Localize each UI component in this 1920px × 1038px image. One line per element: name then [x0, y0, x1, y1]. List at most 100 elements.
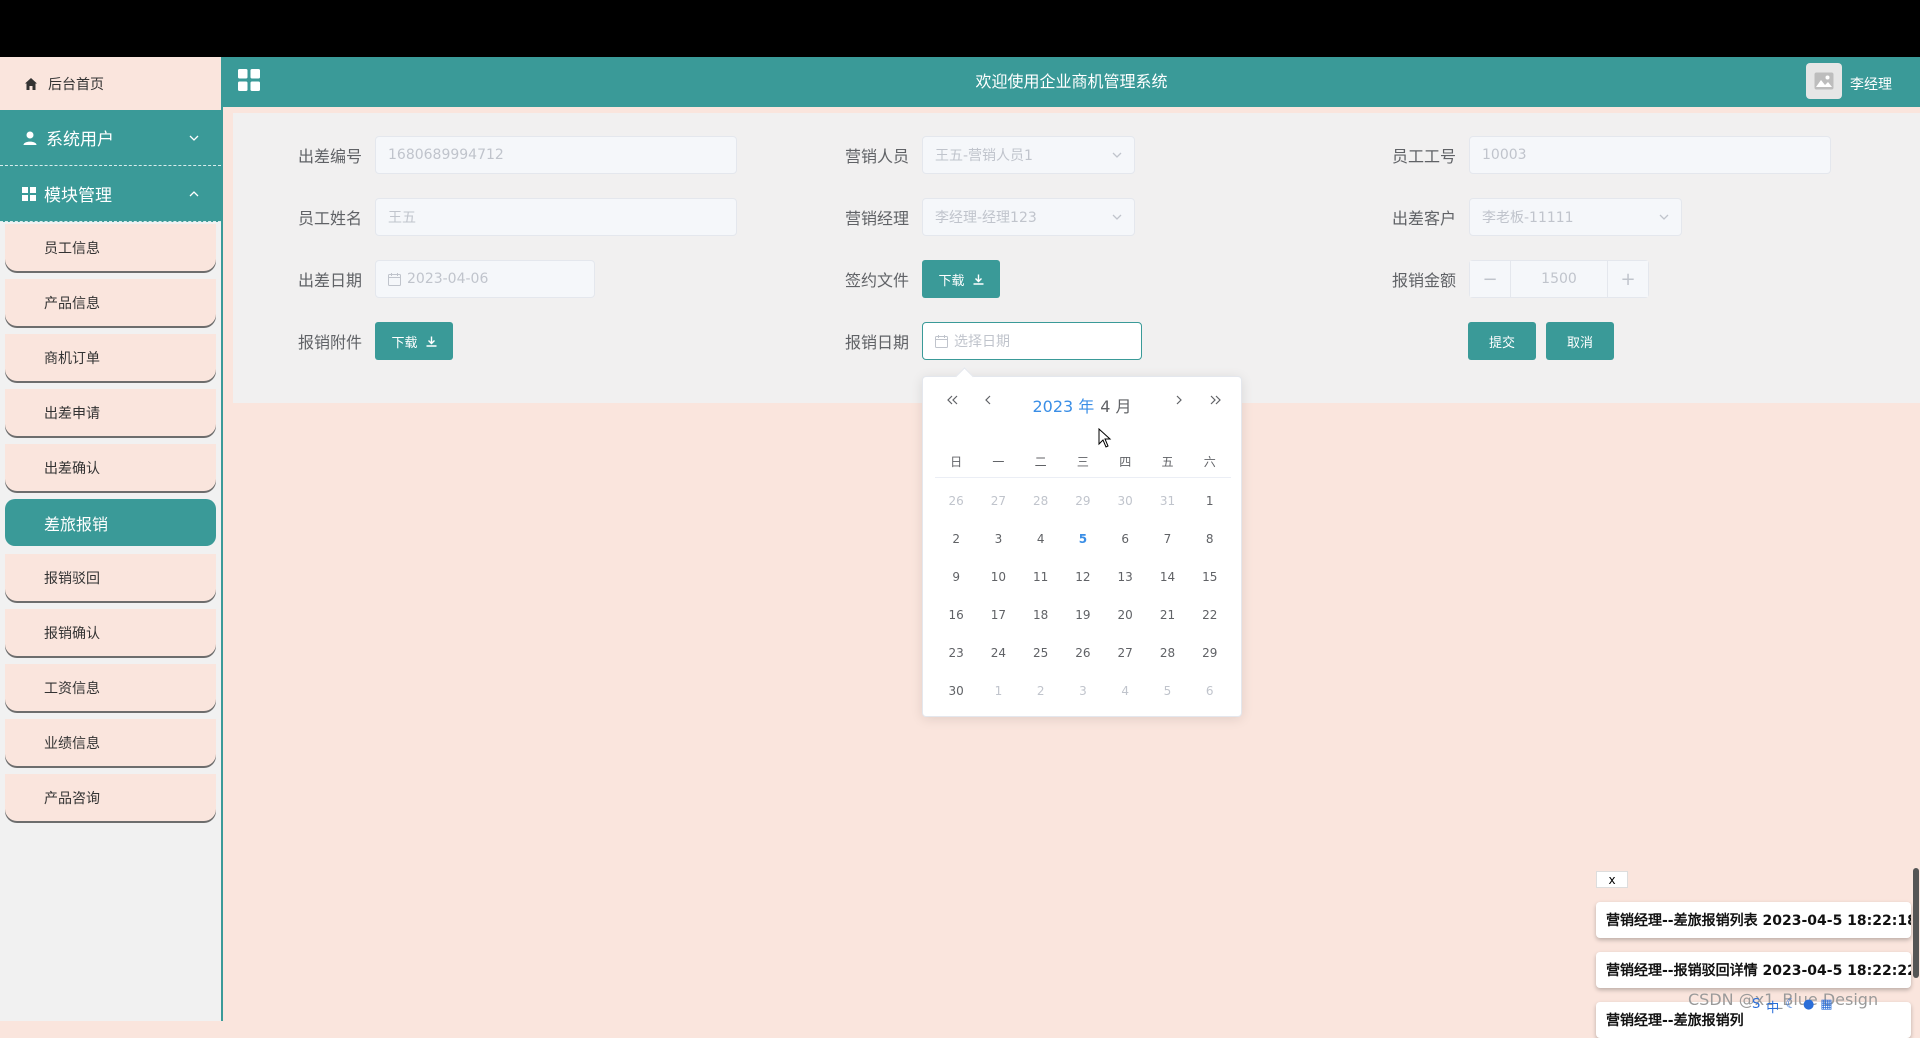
download-icon — [426, 336, 436, 347]
submit-button[interactable]: 提交 — [1468, 322, 1536, 360]
sales-manager-select[interactable]: 李经理-经理123 — [922, 198, 1135, 236]
calendar-day[interactable]: 29 — [1062, 494, 1104, 508]
sales-person-select[interactable]: 王五-营销人员1 — [922, 136, 1135, 174]
calendar-day[interactable]: 15 — [1189, 570, 1231, 584]
calendar-day[interactable]: 24 — [977, 646, 1019, 660]
button-label: 下载 — [391, 335, 418, 351]
sidebar-item-home[interactable]: 后台首页 — [0, 57, 221, 110]
sidebar-group-modules[interactable]: 模块管理 — [0, 166, 221, 222]
amount-value[interactable]: 1500 — [1511, 261, 1607, 297]
sidebar-item-salary-info[interactable]: 工资信息 — [5, 664, 216, 711]
calendar-day[interactable]: 13 — [1104, 570, 1146, 584]
chevron-down-icon — [1659, 214, 1669, 220]
calendar-day[interactable]: 11 — [1020, 570, 1062, 584]
sidebar-item-reimbursement-confirm[interactable]: 报销确认 — [5, 609, 216, 656]
field-contract: 签约文件 下载 — [831, 260, 1000, 298]
mic-icon[interactable]: ● — [1803, 997, 1814, 1016]
calendar-day[interactable]: 14 — [1146, 570, 1188, 584]
contract-download-button[interactable]: 下载 — [922, 260, 1000, 298]
calendar-day[interactable]: 2 — [935, 532, 977, 546]
decrement-button[interactable]: − — [1470, 261, 1511, 297]
notification-item[interactable]: 营销经理--报销驳回详情 2023-04-5 18:22:22 — [1596, 952, 1911, 988]
next-year-icon[interactable] — [1209, 395, 1221, 405]
calendar-day[interactable]: 30 — [1104, 494, 1146, 508]
calendar-day[interactable]: 26 — [1062, 646, 1104, 660]
calendar-day[interactable]: 3 — [977, 532, 1019, 546]
calendar-day[interactable]: 5 — [1062, 532, 1104, 546]
calendar-day[interactable]: 20 — [1104, 608, 1146, 622]
increment-button[interactable]: + — [1607, 261, 1648, 297]
year-label[interactable]: 2023 年 — [1032, 397, 1094, 416]
calendar-day[interactable]: 19 — [1062, 608, 1104, 622]
field-label: 签约文件 — [844, 271, 909, 290]
ime-chinese-icon[interactable]: 中 — [1766, 997, 1779, 1016]
window-top-bar — [0, 0, 1920, 57]
user-menu[interactable]: 李经理 — [1806, 63, 1892, 99]
calendar-day[interactable]: 1 — [1189, 494, 1231, 508]
calendar-day[interactable]: 28 — [1146, 646, 1188, 660]
calendar-day[interactable]: 26 — [935, 494, 977, 508]
calendar-day[interactable]: 2 — [1020, 684, 1062, 698]
calendar-day[interactable]: 28 — [1020, 494, 1062, 508]
sidebar-item-employee-info[interactable]: 员工信息 — [5, 224, 216, 271]
calendar-day[interactable]: 17 — [977, 608, 1019, 622]
calendar-day[interactable]: 9 — [935, 570, 977, 584]
calendar-day[interactable]: 27 — [1104, 646, 1146, 660]
notification-item[interactable]: 营销经理--差旅报销列表 2023-04-5 18:22:18 — [1596, 902, 1911, 938]
attachment-download-button[interactable]: 下载 — [375, 322, 453, 360]
sidebar-item-trip-application[interactable]: 出差申请 — [5, 389, 216, 436]
calendar-day[interactable]: 5 — [1146, 684, 1188, 698]
weekday-label: 二 — [1034, 454, 1047, 469]
client-select[interactable]: 李老板-11111 — [1469, 198, 1682, 236]
calendar-day[interactable]: 1 — [977, 684, 1019, 698]
calendar-day[interactable]: 3 — [1062, 684, 1104, 698]
trip-date-input[interactable]: 2023-04-06 — [375, 260, 595, 298]
calendar-day[interactable]: 29 — [1189, 646, 1231, 660]
sidebar-item-reimbursement-rejected[interactable]: 报销驳回 — [5, 554, 216, 601]
calendar-day[interactable]: 22 — [1189, 608, 1231, 622]
trip-no-input[interactable]: 1680689994712 — [375, 136, 737, 174]
sidebar-item-product-info[interactable]: 产品信息 — [5, 279, 216, 326]
weekday-label: 三 — [1076, 454, 1089, 469]
notification-close-button[interactable]: x — [1596, 871, 1628, 888]
next-month-icon[interactable] — [1175, 395, 1182, 405]
calendar-day[interactable]: 21 — [1146, 608, 1188, 622]
calendar-day[interactable]: 6 — [1189, 684, 1231, 698]
sidebar-item-product-consult[interactable]: 产品咨询 — [5, 774, 216, 821]
sidebar-item-performance-info[interactable]: 业绩信息 — [5, 719, 216, 766]
date-picker-header: 2023 年 4 月 — [923, 377, 1241, 427]
sidebar-item-trip-confirmation[interactable]: 出差确认 — [5, 444, 216, 491]
calendar-day[interactable]: 18 — [1020, 608, 1062, 622]
sidebar-group-label: 系统用户 — [46, 130, 114, 150]
sidebar-group-users[interactable]: 系统用户 — [0, 110, 221, 166]
calendar-day[interactable]: 7 — [1146, 532, 1188, 546]
calendar-day[interactable]: 30 — [935, 684, 977, 698]
emp-no-input[interactable]: 10003 — [1469, 136, 1831, 174]
select-value: 李老板-11111 — [1482, 210, 1574, 226]
field-label: 报销附件 — [297, 333, 362, 352]
calendar-day[interactable]: 27 — [977, 494, 1019, 508]
ime-icon[interactable]: S — [1752, 997, 1760, 1016]
select-value: 王五-营销人员1 — [935, 148, 1033, 164]
calendar-day[interactable]: 12 — [1062, 570, 1104, 584]
calendar-day[interactable]: 4 — [1020, 532, 1062, 546]
calendar-day[interactable]: 10 — [977, 570, 1019, 584]
field-trip-no: 出差编号 1680689994712 — [284, 136, 737, 174]
calendar-day[interactable]: 31 — [1146, 494, 1188, 508]
reimb-date-input[interactable]: 选择日期 — [922, 322, 1142, 360]
notification-scrollbar[interactable] — [1913, 868, 1919, 978]
calendar-day[interactable]: 4 — [1104, 684, 1146, 698]
calendar-day[interactable]: 23 — [935, 646, 977, 660]
keyboard-icon[interactable]: ▦ — [1820, 997, 1832, 1016]
moon-icon[interactable]: ☾ — [1785, 997, 1797, 1016]
month-label[interactable]: 4 月 — [1100, 397, 1131, 416]
calendar-day[interactable]: 8 — [1189, 532, 1231, 546]
calendar-day[interactable]: 25 — [1020, 646, 1062, 660]
emp-name-input[interactable]: 王五 — [375, 198, 737, 236]
sidebar-item-opportunity-orders[interactable]: 商机订单 — [5, 334, 216, 381]
sidebar-item-travel-reimbursement[interactable]: 差旅报销 — [5, 499, 216, 546]
calendar-day[interactable]: 16 — [935, 608, 977, 622]
calendar-week-row: 23 24 25 26 27 28 29 — [935, 634, 1231, 672]
calendar-day[interactable]: 6 — [1104, 532, 1146, 546]
cancel-button[interactable]: 取消 — [1546, 322, 1614, 360]
